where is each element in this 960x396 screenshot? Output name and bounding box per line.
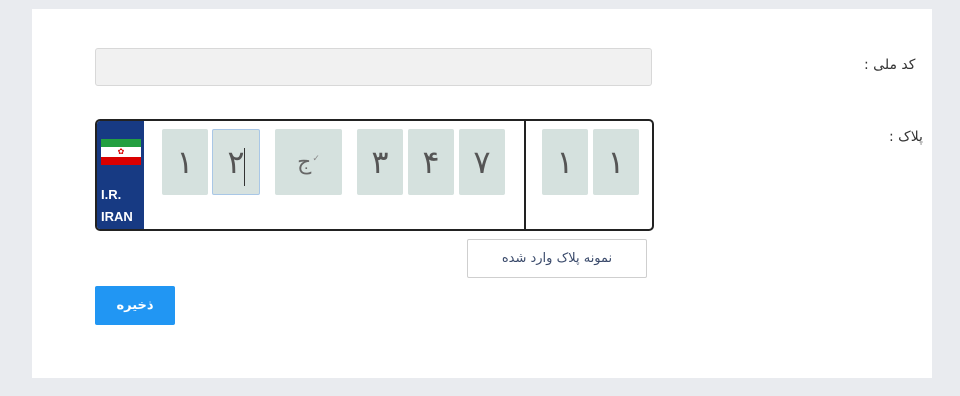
plate-divider — [524, 121, 526, 229]
plate-region-slot-1[interactable]: ۱ — [542, 129, 588, 195]
strip-text-line1: I.R. — [101, 187, 122, 202]
sample-plate-button[interactable]: نمونه پلاک وارد شده — [467, 239, 647, 278]
plate-country-strip: ✿ I.R. IRAN — [97, 121, 144, 229]
plate-digit-slot-5[interactable]: ۷ — [459, 129, 505, 195]
strip-text-line2: IRAN — [101, 209, 133, 224]
plate-digit-slot-4[interactable]: ۴ — [408, 129, 454, 195]
plate-digit-2-value: ۲ — [227, 143, 245, 181]
plate-label: پلاک : — [889, 129, 923, 145]
save-button[interactable]: ذخیره — [95, 286, 175, 325]
plate-letter-select[interactable]: ج ✓ — [275, 129, 342, 195]
national-code-label: کد ملی : — [864, 57, 916, 73]
plate-digit-slot-2[interactable]: ۲ — [212, 129, 260, 195]
text-caret — [244, 148, 245, 186]
plate-region-slot-2[interactable]: ۱ — [593, 129, 639, 195]
plate-letter-value: ج — [297, 149, 312, 175]
form-card: کد ملی : پلاک : ✿ I.R. IRAN ۱ ۲ ج ✓ ۳ ۴ … — [32, 9, 932, 378]
plate-digit-slot-1[interactable]: ۱ — [162, 129, 208, 195]
national-code-input[interactable] — [95, 48, 652, 86]
license-plate: ✿ I.R. IRAN ۱ ۲ ج ✓ ۳ ۴ ۷ ۱ ۱ — [95, 119, 654, 231]
chevron-down-icon: ✓ — [312, 154, 320, 164]
plate-digit-slot-3[interactable]: ۳ — [357, 129, 403, 195]
iran-flag-icon: ✿ — [101, 139, 141, 165]
